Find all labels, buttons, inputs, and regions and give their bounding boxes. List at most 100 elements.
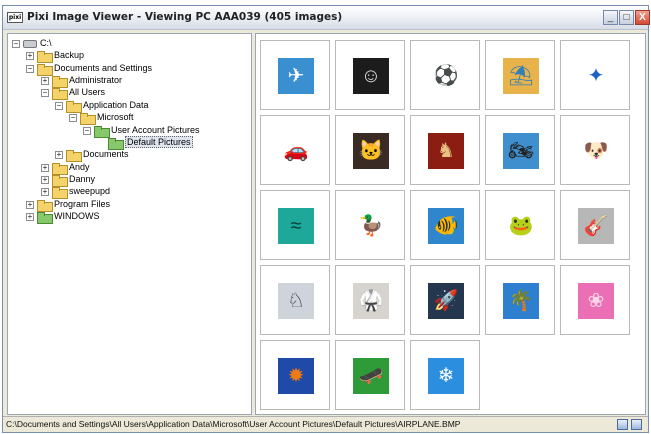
expander-icon[interactable]: + [26,51,34,60]
guitar-thumbnail[interactable]: 🎸 [560,190,630,260]
horses-icon: ≈ [278,208,314,244]
karate-thumbnail[interactable]: 🥋 [335,265,405,335]
tree-item-label[interactable]: Danny [69,174,95,184]
minimize-button[interactable]: _ [603,10,618,25]
tree-item-label[interactable]: User Account Pictures [111,125,200,135]
title-bar[interactable]: pixi Pixi Image Viewer - Viewing PC AAA0… [3,6,650,30]
window-title: Pixi Image Viewer - Viewing PC AAA039 (4… [27,11,343,23]
tree-item-label[interactable]: Default Pictures [125,136,193,148]
tree-item-label[interactable]: Microsoft [97,112,134,122]
thumbnail-view-button[interactable] [617,419,628,430]
expander-icon[interactable]: + [26,200,34,209]
tree-item[interactable]: + Andy [41,161,90,175]
expander-icon[interactable]: − [12,39,20,48]
tree-item[interactable]: + sweepupd [41,185,110,199]
folder-icon [52,75,68,88]
expander-icon[interactable]: − [26,64,34,73]
airplane-icon: ✈ [278,58,314,94]
tree-item[interactable]: − C:\ [12,37,52,49]
dog-icon: 🐶 [578,133,614,169]
folder-icon [80,112,96,125]
expander-icon[interactable]: − [41,88,49,97]
orange-flower-thumbnail[interactable]: ✹ [260,340,330,410]
tree-item-label[interactable]: All Users [69,87,105,97]
tree-item-label[interactable]: sweepupd [69,186,110,196]
expander-icon[interactable]: − [83,126,91,135]
maximize-button[interactable]: □ [619,10,634,25]
tree-item-label[interactable]: Backup [54,50,84,60]
drive-icon [23,39,37,48]
folder-icon [52,174,68,187]
expander-icon[interactable]: + [55,150,63,159]
horse-thumbnail[interactable]: ♘ [260,265,330,335]
dirt-bike-thumbnail[interactable]: 🏍 [485,115,555,185]
beach-thumbnail[interactable]: ⛱ [485,40,555,110]
folder-tree[interactable]: − C:\ + Backup − Documents and Settings + Admin… [7,33,252,415]
tree-item[interactable]: − Microsoft [69,111,134,125]
motorbike-icon: 🏍 [503,133,539,169]
folder-icon [37,211,53,224]
close-button[interactable]: X [635,10,650,25]
expander-icon[interactable]: + [41,76,49,85]
tree-item[interactable]: − User Account Pictures [83,124,200,138]
tree-item[interactable]: + Documents [55,148,129,162]
astronaut-thumbnail[interactable]: ☺ [335,40,405,110]
astronaut-icon: ☺ [353,58,389,94]
dog-thumbnail[interactable]: 🐶 [560,115,630,185]
tree-item-label[interactable]: Documents and Settings [54,63,152,73]
tree-item[interactable]: + Program Files [26,198,110,212]
status-bar: C:\Documents and Settings\All Users\Appl… [3,416,648,432]
skateboarder-thumbnail[interactable]: 🛹 [335,340,405,410]
tree-item-label[interactable]: C:\ [40,38,52,48]
tree-item-label[interactable]: Application Data [83,100,149,110]
pink-flower-thumbnail[interactable]: ❀ [560,265,630,335]
folder-icon [37,199,53,212]
tree-item[interactable]: − All Users [41,86,105,100]
cat-thumbnail[interactable]: 🐱 [335,115,405,185]
folder-icon [52,186,68,199]
folder-icon [66,100,82,113]
flower-icon: ❀ [578,283,614,319]
tree-item[interactable]: + WINDOWS [26,210,100,224]
frog-thumbnail[interactable]: 🐸 [485,190,555,260]
tree-item[interactable]: + Administrator [41,74,122,88]
folder-icon [52,162,68,175]
tree-item-label[interactable]: Documents [83,149,129,159]
snowflake-thumbnail[interactable]: ❄ [410,340,480,410]
expander-icon[interactable]: − [55,101,63,110]
chess-thumbnail[interactable]: ♞ [410,115,480,185]
karate-icon: 🥋 [353,283,389,319]
tree-item-label[interactable]: WINDOWS [54,211,100,221]
tree-item[interactable]: − Documents and Settings [26,62,152,76]
fish-thumbnail[interactable]: 🐠 [410,190,480,260]
chess-icon: ♞ [428,133,464,169]
app-window: pixi Pixi Image Viewer - Viewing PC AAA0… [2,5,650,433]
tree-item-label[interactable]: Administrator [69,75,122,85]
tree-item[interactable]: − Application Data [55,99,149,113]
tree-item[interactable]: + Backup [26,49,84,63]
tree-item-label[interactable]: Program Files [54,199,110,209]
expander-icon[interactable]: + [26,212,34,221]
rocket-launch-thumbnail[interactable]: 🚀 [410,265,480,335]
car-icon: 🚗 [278,133,314,169]
tree-item-label[interactable]: Andy [69,162,90,172]
thumbnail-grid: ✈ ☺ ⚽ ⛱ ✦ 🚗 🐱 ♞ 🏍 🐶 ≈ 🦆 🐠 🐸 🎸 ♘ 🥋 🚀 🌴 ❀ ✹ 🛹 ❄ [255,33,646,415]
details-view-button[interactable] [631,419,642,430]
car-thumbnail[interactable]: 🚗 [260,115,330,185]
expander-icon[interactable]: + [41,163,49,172]
soccer-ball-thumbnail[interactable]: ⚽ [410,40,480,110]
tree-item[interactable]: + Danny [41,173,95,187]
tree-item[interactable]: Default Pictures [97,136,193,150]
airplane-thumbnail[interactable]: ✈ [260,40,330,110]
folder-icon [37,63,53,76]
butterfly-thumbnail[interactable]: ✦ [560,40,630,110]
expander-icon[interactable]: + [41,175,49,184]
expander-icon[interactable]: + [41,187,49,196]
horses-thumbnail[interactable]: ≈ [260,190,330,260]
duck-thumbnail[interactable]: 🦆 [335,190,405,260]
duck-icon: 🦆 [353,208,389,244]
butterfly-icon: ✦ [578,58,614,94]
palm-trees-thumbnail[interactable]: 🌴 [485,265,555,335]
expander-icon[interactable]: − [69,113,77,122]
guitar-icon: 🎸 [578,208,614,244]
